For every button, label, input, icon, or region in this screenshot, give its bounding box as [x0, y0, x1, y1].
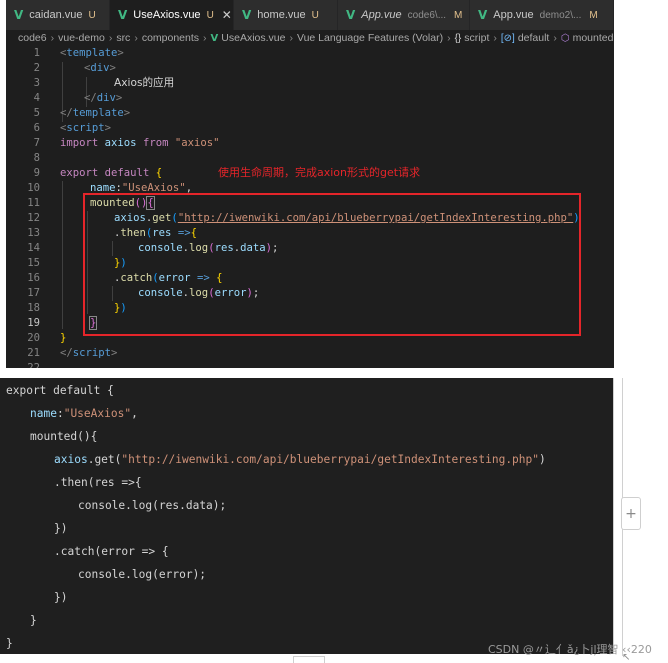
code-line: 1 <template> [33, 47, 124, 59]
code-line: 21 </script> [27, 347, 118, 359]
code-line: 4 </div> [33, 92, 123, 104]
chevron-right-icon: › [493, 32, 497, 44]
chevron-right-icon: › [447, 32, 451, 44]
snippet-line: mounted(){ [30, 430, 98, 443]
code-snippet-block[interactable]: export default { name:"UseAxios", mounte… [0, 378, 614, 654]
breadcrumb-item[interactable]: mounted [573, 32, 614, 44]
chevron-right-icon: › [50, 32, 55, 44]
snippet-line: } [6, 637, 13, 650]
vue-file-icon: V [346, 8, 356, 22]
breadcrumb-item[interactable]: default [518, 32, 550, 44]
breadcrumb-item[interactable]: UseAxios.vue [221, 32, 285, 44]
snippet-line: console.log(res.data); [78, 499, 227, 512]
snippet-line: }) [54, 591, 68, 604]
snippet-line: .then(res =>{ [54, 476, 142, 489]
add-button[interactable]: + [621, 497, 641, 530]
resize-corner-icon[interactable]: ↖ [622, 652, 630, 663]
scroll-handle[interactable] [293, 656, 325, 663]
variable-icon: [⊘] [500, 32, 515, 44]
tab-useaxios-vue[interactable]: V UseAxios.vue U ✕ [110, 0, 234, 30]
tab-home-vue[interactable]: V home.vue U [234, 0, 338, 30]
breadcrumb-item[interactable]: Vue Language Features (Volar) [297, 32, 443, 44]
snippet-line: export default { [6, 384, 114, 397]
code-editor-screenshot: V caidan.vue U V UseAxios.vue U ✕ V home… [6, 0, 614, 368]
code-line: 3 Axios的应用 [33, 77, 175, 89]
method-cube-icon: ⬡ [560, 32, 570, 44]
tab-app-vue-code6[interactable]: V App.vue code6\... M [338, 0, 470, 30]
code-line: 2 <div> [33, 62, 116, 74]
breadcrumb-item[interactable]: components [142, 32, 199, 44]
vue-file-icon: V [118, 8, 128, 22]
chevron-right-icon: › [134, 32, 138, 44]
annotation-note: 使用生命周期，完成axion形式的get请求 [218, 166, 421, 179]
code-line: 7 import axios from "axios" [33, 137, 220, 149]
snippet-line: } [30, 614, 37, 627]
tab-app-vue-demo2[interactable]: V App.vue demo2\... M [470, 0, 614, 30]
braces-icon: {} [454, 32, 462, 44]
code-line: 6 <script> [33, 122, 112, 134]
code-line: 5 </template> [33, 107, 131, 119]
red-highlight-box [83, 193, 581, 336]
code-line: 22 [27, 362, 40, 368]
chevron-right-icon: › [108, 32, 113, 44]
vue-file-icon: V [210, 32, 219, 44]
breadcrumb-item[interactable]: script [464, 32, 489, 44]
editor-tab-bar: V caidan.vue U V UseAxios.vue U ✕ V home… [6, 0, 614, 30]
snippet-line: name:"UseAxios", [30, 407, 138, 420]
snippet-line: .catch(error => { [54, 545, 169, 558]
chevron-right-icon: › [203, 32, 207, 44]
chevron-right-icon: › [289, 32, 293, 44]
vue-file-icon: V [242, 8, 252, 22]
breadcrumb: code6 › vue-demo › src › components › V … [6, 30, 614, 46]
snippet-line: }) [54, 522, 68, 535]
breadcrumb-item[interactable]: code6 [18, 32, 47, 44]
vue-file-icon: V [478, 8, 488, 22]
chevron-right-icon: › [553, 32, 557, 44]
vue-file-icon: V [14, 8, 24, 22]
tab-caidan-vue[interactable]: V caidan.vue U [6, 0, 110, 30]
breadcrumb-item[interactable]: src [116, 32, 130, 44]
snippet-line: axios.get("http://iwenwiki.com/api/blueb… [54, 453, 546, 466]
breadcrumb-item[interactable]: vue-demo [58, 32, 105, 44]
close-icon[interactable]: ✕ [222, 8, 232, 22]
snippet-line: console.log(error); [78, 568, 207, 581]
